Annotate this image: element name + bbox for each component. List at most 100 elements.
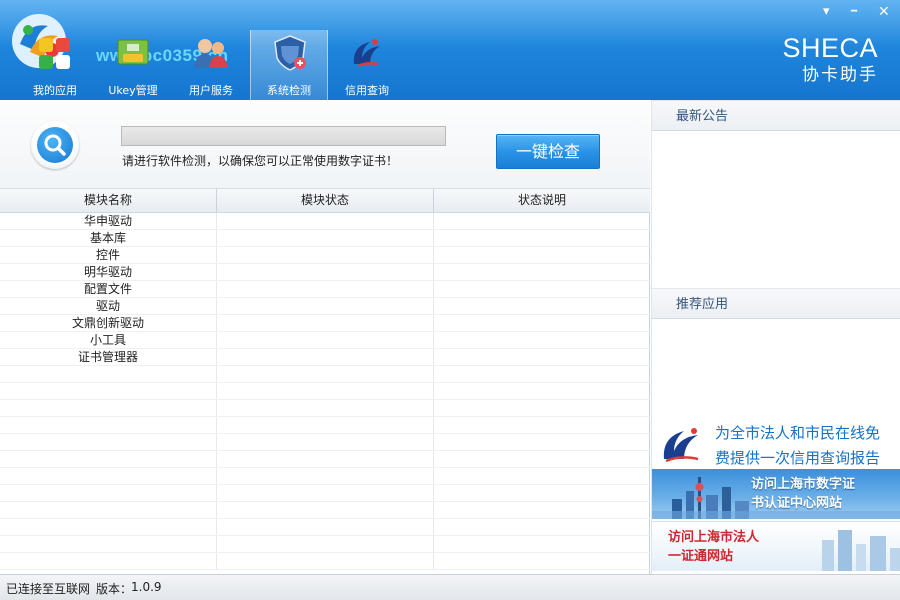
- table-row[interactable]: [0, 434, 650, 451]
- table-row[interactable]: 明华驱动: [0, 264, 650, 281]
- column-header[interactable]: 模块状态: [217, 189, 434, 212]
- table-cell: [434, 502, 650, 518]
- minimize-icon[interactable]: ━: [851, 4, 857, 20]
- table-cell: [0, 366, 217, 382]
- credit-logo-icon: [663, 428, 699, 463]
- table-row[interactable]: 基本库: [0, 230, 650, 247]
- table-cell: [434, 247, 650, 263]
- table-cell: [434, 315, 650, 331]
- table-cell: 文鼎创新驱动: [0, 315, 217, 331]
- table-cell: [434, 451, 650, 467]
- table-row[interactable]: [0, 502, 650, 519]
- nav-credit-query[interactable]: 信用查询: [328, 30, 406, 100]
- table-cell: [217, 264, 434, 280]
- table-row[interactable]: 控件: [0, 247, 650, 264]
- connection-status: 已连接至互联网: [6, 582, 91, 596]
- table-cell: [217, 468, 434, 484]
- table-row[interactable]: 证书管理器: [0, 349, 650, 366]
- shield-check-icon: [274, 35, 306, 71]
- notice-header: 最新公告: [652, 100, 900, 131]
- table-cell: [217, 434, 434, 450]
- sheca-site-banner[interactable]: 访问上海市数字证 书认证中心网站: [652, 469, 900, 519]
- column-header[interactable]: 模块名称: [0, 189, 217, 212]
- table-cell: [434, 213, 650, 229]
- banner-text: 访问上海市数字证 书认证中心网站: [751, 475, 855, 513]
- table-row[interactable]: [0, 468, 650, 485]
- table-row[interactable]: [0, 536, 650, 553]
- table-cell: [0, 468, 217, 484]
- notice-list: [652, 131, 900, 288]
- table-row[interactable]: 驱动: [0, 298, 650, 315]
- table-row[interactable]: [0, 519, 650, 536]
- version-value: 1.0.9: [131, 580, 162, 594]
- close-icon[interactable]: ✕: [878, 4, 890, 20]
- table-cell: [0, 451, 217, 467]
- table-cell: [217, 502, 434, 518]
- table-cell: [0, 519, 217, 535]
- table-cell: [217, 298, 434, 314]
- table-row[interactable]: 小工具: [0, 332, 650, 349]
- table-cell: [217, 553, 434, 569]
- table-row[interactable]: [0, 366, 650, 383]
- main-nav: 我的应用 Ukey管理 用户服务 系统检测 信用查询: [16, 30, 406, 100]
- table-row[interactable]: [0, 485, 650, 502]
- table-cell: [217, 213, 434, 229]
- table-row[interactable]: 配置文件: [0, 281, 650, 298]
- nav-my-apps[interactable]: 我的应用: [16, 30, 94, 100]
- table-cell: [217, 315, 434, 331]
- nav-user-service[interactable]: 用户服务: [172, 30, 250, 100]
- table-header: 模块名称 模块状态 状态说明: [0, 189, 650, 213]
- table-cell: [434, 281, 650, 297]
- table-cell: [217, 383, 434, 399]
- table-cell: [217, 536, 434, 552]
- table-cell: 证书管理器: [0, 349, 217, 365]
- title-bar: www.pc0359.cn ▾ ━ ✕ SHECA 协卡助手 我的应用 Ukey…: [0, 0, 900, 100]
- nav-label: 用户服务: [189, 84, 233, 97]
- banner-text: 访问上海市法人 一证通网站: [668, 528, 759, 566]
- table-row[interactable]: 华申驱动: [0, 213, 650, 230]
- table-cell: [0, 536, 217, 552]
- check-hint: 请进行软件检测，以确保您可以正常使用数字证书！: [122, 154, 399, 168]
- main-panel: 请进行软件检测，以确保您可以正常使用数字证书！ 一键检查 模块名称 模块状态 状…: [0, 100, 650, 574]
- brand-name: SHECA: [782, 33, 878, 63]
- menu-dropdown-icon[interactable]: ▾: [823, 4, 830, 20]
- nav-label: 我的应用: [33, 84, 77, 97]
- credit-promo[interactable]: 为全市法人和市民在线免 费提供一次信用查询报告: [652, 417, 900, 469]
- banner-line: 一证通网站: [668, 549, 734, 564]
- table-cell: [217, 230, 434, 246]
- table-cell: [434, 485, 650, 501]
- table-cell: [217, 451, 434, 467]
- table-cell: [0, 400, 217, 416]
- table-row[interactable]: [0, 553, 650, 570]
- table-cell: [434, 298, 650, 314]
- brand-subtitle: 协卡助手: [802, 65, 878, 85]
- table-cell: 控件: [0, 247, 217, 263]
- banner-line: 书认证中心网站: [751, 496, 843, 511]
- recommend-header: 推荐应用: [652, 288, 900, 319]
- nav-ukey[interactable]: Ukey管理: [94, 30, 172, 100]
- column-header[interactable]: 状态说明: [434, 189, 650, 212]
- promo-line: 费提供一次信用查询报告: [715, 449, 881, 467]
- table-cell: [217, 400, 434, 416]
- table-row[interactable]: [0, 400, 650, 417]
- table-cell: 配置文件: [0, 281, 217, 297]
- table-cell: [0, 485, 217, 501]
- one-click-check-button[interactable]: 一键检查: [496, 134, 600, 169]
- brand-block: SHECA 协卡助手: [782, 34, 878, 86]
- nav-system-check[interactable]: 系统检测: [250, 30, 328, 100]
- table-cell: [434, 383, 650, 399]
- table-cell: 华申驱动: [0, 213, 217, 229]
- check-progress-bar: [121, 126, 446, 146]
- table-cell: [434, 366, 650, 382]
- table-row[interactable]: [0, 451, 650, 468]
- table-row[interactable]: [0, 417, 650, 434]
- search-icon: [31, 121, 79, 169]
- users-icon: [194, 39, 228, 68]
- table-cell: [0, 434, 217, 450]
- table-row[interactable]: [0, 383, 650, 400]
- table-cell: 明华驱动: [0, 264, 217, 280]
- legal-person-banner[interactable]: 访问上海市法人 一证通网站: [652, 521, 900, 571]
- table-cell: [434, 417, 650, 433]
- table-cell: [434, 468, 650, 484]
- table-row[interactable]: 文鼎创新驱动: [0, 315, 650, 332]
